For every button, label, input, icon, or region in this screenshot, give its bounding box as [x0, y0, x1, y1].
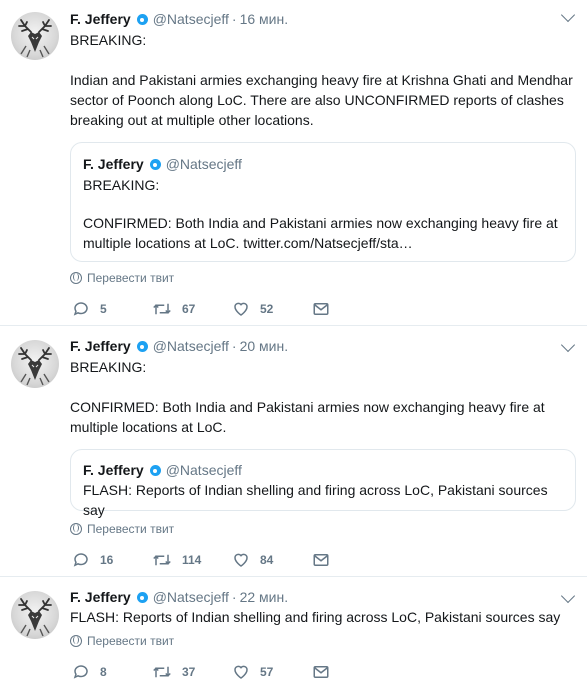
author-handle[interactable]: @Natsecjeff — [153, 589, 229, 605]
tweet-header: F. Jeffery @Natsecjeff · 20 мин. — [70, 337, 288, 355]
author-handle[interactable]: @Natsecjeff — [153, 11, 229, 27]
like-icon — [234, 665, 248, 679]
tweet-time[interactable]: 20 мин. — [240, 338, 289, 354]
direct-message-icon — [313, 554, 329, 566]
avatar[interactable] — [11, 591, 59, 639]
like-count: 84 — [260, 553, 274, 567]
tweet-text-body: Indian and Pakistani armies exchanging h… — [70, 72, 573, 128]
tweet-text-line1: BREAKING: — [70, 359, 147, 375]
tweet-actions: 16 114 84 — [70, 550, 340, 570]
reply-button[interactable]: 8 — [72, 662, 107, 682]
retweet-button[interactable]: 114 — [152, 550, 201, 570]
tweet-header: F. Jeffery @Natsecjeff · 16 мин. — [70, 10, 288, 28]
translate-label: Перевести твит — [87, 271, 175, 285]
verified-badge-icon — [136, 14, 148, 25]
tweet-time[interactable]: 16 мин. — [240, 11, 289, 27]
avatar[interactable] — [11, 12, 59, 60]
quoted-author-name: F. Jeffery — [83, 462, 144, 478]
direct-message-button[interactable] — [312, 550, 330, 570]
quoted-tweet-body: CONFIRMED: Both India and Pakistani armi… — [83, 215, 558, 251]
retweet-button[interactable]: 67 — [152, 299, 195, 319]
like-count: 57 — [260, 665, 274, 679]
author-name[interactable]: F. Jeffery — [70, 338, 131, 354]
reply-button[interactable]: 5 — [72, 299, 107, 319]
quoted-author-name: F. Jeffery — [83, 156, 144, 172]
author-handle[interactable]: @Natsecjeff — [153, 338, 229, 354]
separator-dot: · — [231, 589, 237, 605]
translate-tweet-link[interactable]: Перевести твит — [70, 271, 174, 285]
tweet-2[interactable]: F. Jeffery @Natsecjeff · 20 мин. BREAKING: … — [0, 326, 587, 577]
tweet-text-body: CONFIRMED: Both India and Pakistani armi… — [70, 399, 545, 435]
quoted-tweet-header: F. Jeffery @Natsecjeff — [83, 155, 242, 173]
direct-message-icon — [313, 303, 329, 315]
translate-label: Перевести твит — [87, 522, 175, 536]
chevron-down-icon[interactable] — [560, 7, 576, 23]
separator-dot: · — [231, 11, 237, 27]
retweet-icon — [153, 303, 171, 315]
direct-message-button[interactable] — [312, 299, 330, 319]
like-count: 52 — [260, 302, 274, 316]
avatar[interactable] — [11, 340, 59, 388]
chevron-down-icon[interactable] — [560, 588, 576, 604]
quoted-author-handle: @Natsecjeff — [165, 462, 242, 478]
tweet-text-body: FLASH: Reports of Indian shelling and fi… — [70, 609, 561, 625]
tweet-text-line1: BREAKING: — [70, 32, 147, 48]
globe-icon — [70, 635, 82, 647]
like-icon — [234, 302, 248, 316]
direct-message-icon — [313, 666, 329, 678]
retweet-count: 37 — [182, 665, 196, 679]
verified-badge-icon — [136, 341, 148, 352]
retweet-count: 67 — [182, 302, 196, 316]
reply-count: 16 — [100, 553, 114, 567]
quoted-author-handle: @Natsecjeff — [165, 156, 242, 172]
tweet-actions: 5 67 52 — [70, 299, 340, 319]
translate-tweet-link[interactable]: Перевести твит — [70, 522, 174, 536]
quoted-tweet[interactable]: F. Jeffery @Natsecjeff BREAKING: CONFIRME… — [70, 142, 576, 262]
quoted-tweet-header: F. Jeffery @Natsecjeff — [83, 461, 242, 479]
like-button[interactable]: 57 — [232, 662, 273, 682]
stag-logo-icon — [18, 19, 52, 58]
reply-button[interactable]: 16 — [72, 550, 113, 570]
chevron-down-icon[interactable] — [560, 337, 576, 353]
separator-dot: · — [231, 338, 237, 354]
translate-label: Перевести твит — [87, 634, 175, 648]
verified-badge-icon — [149, 159, 161, 170]
reply-icon — [73, 665, 88, 679]
retweet-icon — [153, 554, 171, 566]
stag-logo-icon — [18, 598, 52, 637]
verified-badge-icon — [149, 465, 161, 476]
globe-icon — [70, 272, 82, 284]
retweet-count: 114 — [182, 553, 202, 567]
direct-message-button[interactable] — [312, 662, 330, 682]
tweet-1[interactable]: F. Jeffery @Natsecjeff · 16 мин. BREAKING: … — [0, 0, 587, 326]
quoted-tweet-body: FLASH: Reports of Indian shelling and fi… — [83, 482, 548, 518]
reply-icon — [73, 302, 88, 316]
retweet-icon — [153, 666, 171, 678]
reply-icon — [73, 553, 88, 567]
reply-count: 5 — [100, 302, 107, 316]
author-name[interactable]: F. Jeffery — [70, 589, 131, 605]
tweet-header: F. Jeffery @Natsecjeff · 22 мин. — [70, 588, 288, 606]
like-icon — [234, 553, 248, 567]
quoted-tweet-line1: BREAKING: — [83, 177, 160, 193]
like-button[interactable]: 52 — [232, 299, 273, 319]
like-button[interactable]: 84 — [232, 550, 273, 570]
tweet-3[interactable]: F. Jeffery @Natsecjeff · 22 мин. FLASH: Rep… — [0, 577, 587, 687]
quoted-tweet[interactable]: F. Jeffery @Natsecjeff FLASH: Reports of … — [70, 449, 576, 518]
translate-tweet-link[interactable]: Перевести твит — [70, 634, 174, 648]
verified-badge-icon — [136, 592, 148, 603]
globe-icon — [70, 523, 82, 535]
author-name[interactable]: F. Jeffery — [70, 11, 131, 27]
tweet-time[interactable]: 22 мин. — [240, 589, 289, 605]
retweet-button[interactable]: 37 — [152, 662, 195, 682]
tweet-actions: 8 37 57 — [70, 662, 340, 682]
reply-count: 8 — [100, 665, 107, 679]
stag-logo-icon — [18, 347, 52, 386]
